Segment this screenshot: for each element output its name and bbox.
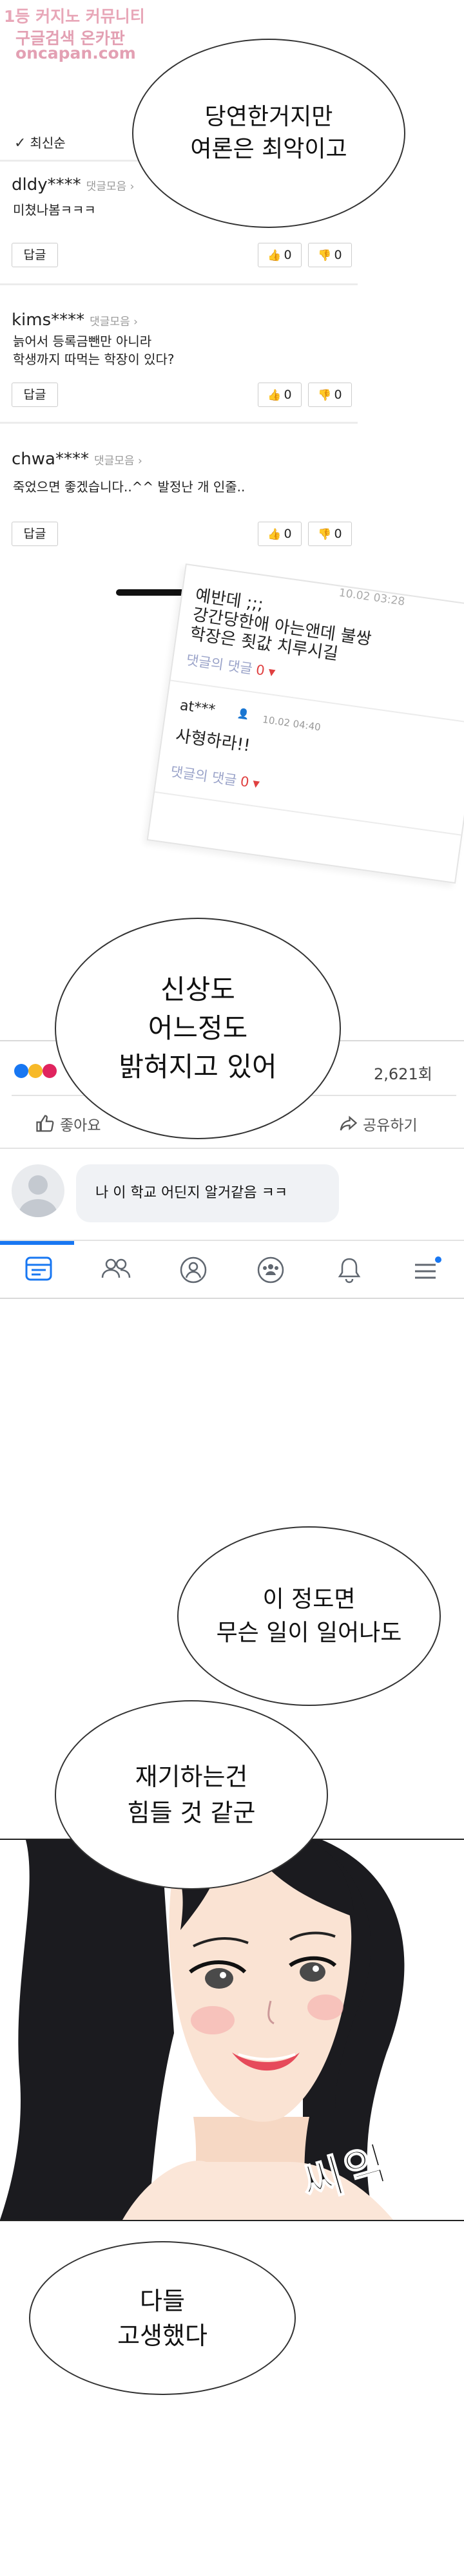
sort-label: 최신순	[30, 135, 66, 151]
user-id: at***	[179, 697, 217, 719]
haha-reaction-icon	[28, 1064, 43, 1078]
reply-toggle[interactable]: 댓글의 댓글 0 ▾	[185, 650, 276, 681]
reply-button[interactable]: 답글	[12, 243, 58, 267]
comment-date: 10.02 03:28	[338, 586, 406, 609]
feed-icon	[25, 1256, 52, 1281]
comment-text: 사형하라!!	[174, 726, 252, 756]
dislike-button[interactable]: 👎 0	[308, 522, 352, 546]
share-button[interactable]: 공유하기	[338, 1113, 418, 1135]
notification-dot	[435, 1256, 441, 1263]
active-tab-indicator	[0, 1241, 74, 1245]
thumbs-up-icon	[36, 1115, 54, 1132]
comment-date: 10.02 04:40	[262, 714, 322, 734]
check-icon: ✓	[14, 135, 26, 151]
user-id: chwa****	[12, 450, 89, 469]
user-id: kims****	[12, 310, 85, 330]
groups-icon	[257, 1256, 284, 1283]
thumbs-down-icon: 👎	[318, 249, 332, 262]
speech-bubble: 재기하는건 힘들 것 같군	[55, 1700, 328, 1889]
user-icon	[19, 1175, 57, 1217]
comment-text: 미쳤나봄ㅋㅋㅋ	[13, 202, 96, 218]
tab-feed[interactable]	[24, 1256, 53, 1284]
tab-groups[interactable]	[256, 1256, 285, 1287]
tab-notifications[interactable]	[336, 1256, 362, 1287]
tab-menu[interactable]	[412, 1256, 442, 1287]
reply-button[interactable]: 답글	[12, 522, 58, 546]
more-comments-link[interactable]: 댓글모음 ›	[90, 316, 138, 328]
divider	[0, 283, 358, 285]
woman-smiling-illustration	[0, 1840, 405, 2220]
thumbs-up-icon: 👍	[267, 389, 282, 402]
divider	[155, 791, 461, 836]
watermark-line-1: 1등 커지노 커뮤니티	[4, 7, 145, 26]
tilted-comments-panel: 10.02 03:28 예반데 ;;; 강간당한애 아는앤데 불쌍 학장은 죗값…	[146, 564, 464, 884]
like-reaction-icon	[14, 1064, 28, 1078]
user-icon: 👤	[237, 707, 251, 721]
thumbs-up-icon: 👍	[267, 249, 282, 262]
divider	[0, 1298, 464, 1299]
comment-user: kims**** 댓글모음 ›	[12, 310, 138, 330]
speech-bubble: 신상도 어느정도 밝혀지고 있어	[55, 918, 341, 1139]
profile-icon	[180, 1256, 207, 1283]
character-illustration	[0, 1839, 464, 2221]
sort-option[interactable]: ✓ 최신순	[14, 133, 66, 151]
like-button[interactable]: 좋아요	[35, 1113, 101, 1135]
comment-text: 죽었으면 좋겠습니다..^^ 발정난 개 인줄..	[13, 479, 246, 495]
dislike-button[interactable]: 👎 0	[308, 383, 352, 407]
comment-user: chwa**** 댓글모음 ›	[12, 450, 142, 469]
menu-icon	[415, 1256, 441, 1279]
speech-bubble: 당연한거지만 여론은 최악이고	[132, 39, 405, 228]
like-button[interactable]: 👍 0	[258, 243, 302, 267]
like-button[interactable]: 👍 0	[258, 383, 302, 407]
love-reaction-icon	[43, 1064, 57, 1078]
bell-icon	[338, 1258, 361, 1283]
tab-profile[interactable]	[179, 1256, 208, 1287]
thumbs-up-icon: 👍	[267, 528, 282, 541]
comment-text: 늙어서 등록금뺀만 아니라 학생까지 따먹는 학장이 있다?	[13, 334, 175, 367]
like-button[interactable]: 👍 0	[258, 522, 302, 546]
speech-bubble: 다들 고생했다	[29, 2241, 296, 2395]
comment-bubble: 나 이 학교 어딘지 알거같음 ㅋㅋ	[76, 1164, 339, 1222]
view-count: 2,621회	[374, 1065, 432, 1083]
thumbs-down-icon: 👎	[318, 528, 332, 541]
reply-toggle[interactable]: 댓글의 댓글 0 ▾	[169, 761, 261, 793]
thumbs-down-icon: 👎	[318, 389, 332, 402]
friends-icon	[101, 1258, 131, 1278]
comment-user: dldy**** 댓글모음 ›	[12, 175, 134, 194]
divider	[0, 422, 358, 424]
dislike-button[interactable]: 👎 0	[308, 243, 352, 267]
share-icon	[340, 1115, 358, 1131]
divider	[0, 1148, 464, 1149]
avatar	[12, 1164, 64, 1217]
speech-bubble: 이 정도면 무슨 일이 일어나도	[177, 1526, 441, 1706]
more-comments-link[interactable]: 댓글모음 ›	[94, 455, 142, 468]
user-id: dldy****	[12, 175, 81, 194]
reply-button[interactable]: 답글	[12, 383, 58, 407]
watermark-url: oncapan.com	[15, 44, 136, 62]
tab-friends[interactable]	[100, 1256, 132, 1284]
more-comments-link[interactable]: 댓글모음 ›	[86, 180, 135, 193]
